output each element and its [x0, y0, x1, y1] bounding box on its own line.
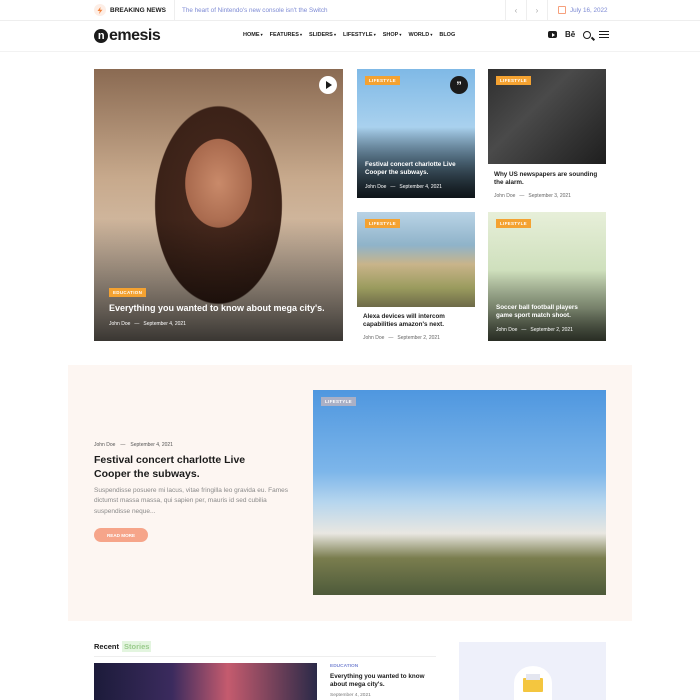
menu-item-world[interactable]: WORLD [408, 32, 432, 38]
recent-image-card[interactable] [94, 663, 317, 700]
grid-card-3-meta: John Doe September 2, 2021 [363, 335, 440, 341]
category-tag[interactable]: LIFESTYLE [365, 76, 400, 85]
divider [173, 0, 175, 20]
category-tag[interactable]: LIFESTYLE [365, 219, 400, 228]
featured-image [313, 390, 606, 595]
grid-card-4[interactable]: LIFESTYLE Soccer ball football players g… [488, 212, 606, 341]
main-nav: n emesis HOME FEATURES SLIDERS LIFESTYLE… [0, 21, 700, 52]
category-tag[interactable]: EDUCATION [109, 288, 147, 297]
current-date: July 16, 2022 [547, 0, 653, 20]
menu-item-home[interactable]: HOME [243, 32, 263, 38]
author[interactable]: John Doe [363, 335, 384, 341]
section-heading: Recent Stories [94, 641, 436, 652]
hero-main-card[interactable]: EDUCATION Everything you wanted to know … [94, 69, 343, 341]
menu-item-sliders[interactable]: SLIDERS [309, 32, 336, 38]
recent-title[interactable]: Everything you wanted to know about mega… [330, 673, 440, 689]
post-date: September 4, 2021 [143, 321, 186, 327]
read-more-button[interactable]: READ MORE [94, 528, 148, 542]
menu-item-shop[interactable]: SHOP [383, 32, 402, 38]
author[interactable]: John Doe [109, 321, 130, 327]
chevron-left-icon[interactable]: ‹ [505, 0, 526, 20]
youtube-icon[interactable] [548, 31, 557, 38]
play-icon[interactable] [319, 76, 337, 94]
nav-icons: Bē [548, 30, 610, 39]
post-date: September 3, 2021 [528, 193, 571, 199]
hamburger-menu-icon[interactable] [599, 31, 610, 38]
featured-image-card[interactable]: LIFESTYLE [313, 390, 606, 595]
menu-item-features[interactable]: FEATURES [270, 32, 302, 38]
mail-icon [514, 666, 552, 700]
divider [94, 656, 436, 657]
separator [134, 321, 139, 327]
menu-item-lifestyle[interactable]: LIFESTYLE [343, 32, 376, 38]
hero-main-title[interactable]: Everything you wanted to know about mega… [109, 303, 334, 314]
menu-item-blog[interactable]: BLOG [439, 32, 455, 38]
featured-excerpt: Suspendisse posuere mi lacus, vitae frin… [94, 487, 289, 515]
grid-card-1-title[interactable]: Festival concert charlotte Live Cooper t… [365, 161, 465, 177]
grid-card-1-meta: John Doe September 4, 2021 [365, 184, 442, 190]
author[interactable]: John Doe [494, 193, 515, 199]
featured-meta: John Doe — September 4, 2021 [94, 442, 173, 448]
grid-card-4-shade [488, 212, 606, 341]
grid-card-2-meta: John Doe September 3, 2021 [494, 193, 571, 199]
recent-category[interactable]: EDUCATION [330, 664, 358, 669]
grid-card-3[interactable]: LIFESTYLE [357, 212, 475, 307]
hero-main-shade [94, 69, 343, 341]
hero-main-meta: John Doe September 4, 2021 [109, 321, 186, 327]
post-date: September 4, 2021 [399, 184, 442, 190]
logo[interactable]: n emesis [94, 27, 161, 45]
grid-card-1[interactable]: LIFESTYLE ” Festival concert charlotte L… [357, 69, 475, 198]
heading-part-2: Stories [122, 641, 152, 652]
newsletter-box [459, 642, 606, 700]
author[interactable]: John Doe [94, 442, 115, 448]
category-tag[interactable]: LIFESTYLE [496, 76, 531, 85]
separator [390, 184, 395, 190]
category-tag[interactable]: LIFESTYLE [321, 397, 356, 406]
grid-card-4-meta: John Doe September 2, 2021 [496, 327, 573, 333]
calendar-icon [558, 6, 566, 14]
chevron-right-icon[interactable]: › [526, 0, 547, 20]
recent-stories-header: Recent Stories [94, 641, 436, 657]
quote-icon[interactable]: ” [450, 76, 468, 94]
author[interactable]: John Doe [496, 327, 517, 333]
breaking-news-label: BREAKING NEWS [110, 6, 166, 14]
grid-card-2[interactable]: LIFESTYLE [488, 69, 606, 164]
post-date: September 4, 2021 [130, 442, 173, 448]
date-text: July 16, 2022 [570, 6, 608, 14]
separator [388, 335, 393, 341]
menu: HOME FEATURES SLIDERS LIFESTYLE SHOP WOR… [243, 32, 455, 38]
grid-card-3-title[interactable]: Alexa devices will intercom capabilities… [363, 313, 473, 329]
logo-text: emesis [109, 27, 161, 44]
featured-title[interactable]: Festival concert charlotte Live Cooper t… [94, 454, 284, 481]
author[interactable]: John Doe [365, 184, 386, 190]
separator [521, 327, 526, 333]
top-bar: BREAKING NEWS The heart of Nintendo's ne… [0, 0, 700, 21]
category-tag[interactable]: LIFESTYLE [496, 219, 531, 228]
grid-card-2-title[interactable]: Why US newspapers are sounding the alarm… [494, 171, 604, 187]
recent-date: September 4, 2021 [330, 693, 371, 698]
flash-icon [94, 4, 106, 16]
separator: — [120, 442, 126, 448]
search-icon[interactable] [583, 30, 592, 39]
behance-icon[interactable]: Bē [565, 30, 575, 39]
grid-card-4-title[interactable]: Soccer ball football players game sport … [496, 304, 596, 320]
ticker-link[interactable]: The heart of Nintendo's new console isn'… [182, 7, 328, 14]
logo-initial: n [94, 29, 108, 43]
post-date: September 2, 2021 [397, 335, 440, 341]
post-date: September 2, 2021 [530, 327, 573, 333]
recent-image [94, 663, 317, 700]
separator [519, 193, 524, 199]
ticker-controls: ‹ › July 16, 2022 [505, 0, 653, 20]
breaking-news: BREAKING NEWS The heart of Nintendo's ne… [94, 0, 328, 20]
heading-part-1: Recent [94, 642, 120, 651]
